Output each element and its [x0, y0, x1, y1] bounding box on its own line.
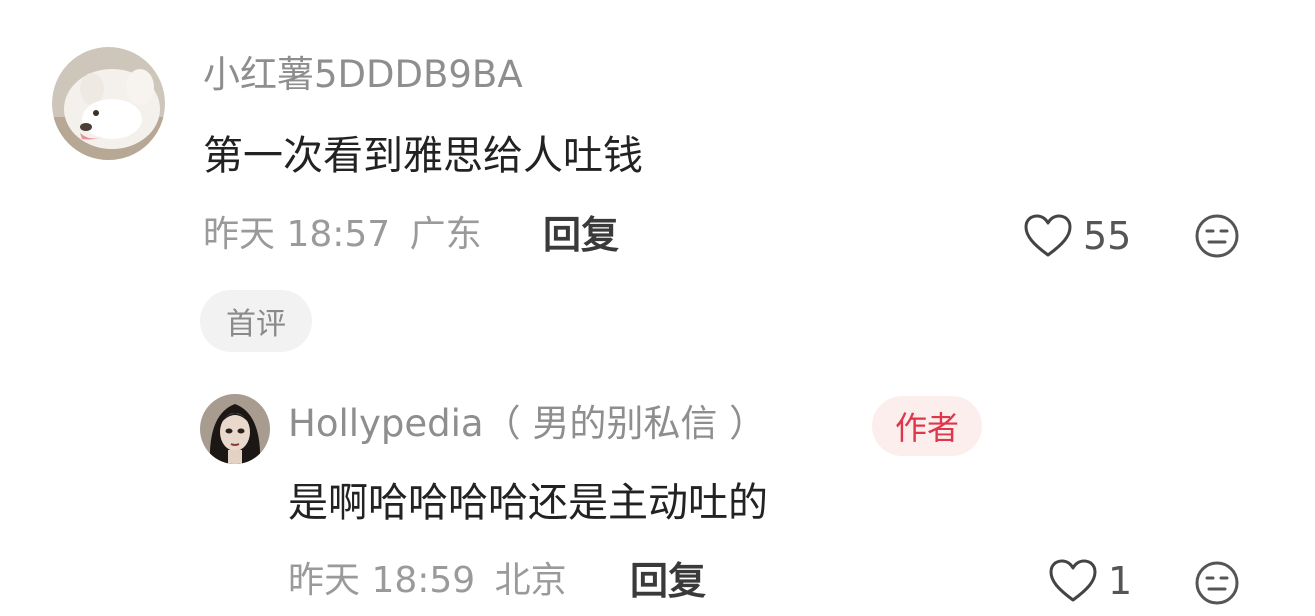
reply-text: 是啊哈哈哈哈还是主动吐的	[288, 480, 768, 526]
reply-like-count: 1	[1108, 559, 1133, 603]
reply-like-button[interactable]: 1	[1048, 557, 1132, 605]
heart-icon	[1049, 559, 1097, 602]
author-badge: 作者	[872, 396, 982, 456]
first-comment-tag: 首评	[200, 290, 312, 352]
comment-thread: 小红薯5DDDB9BA 第一次看到雅思给人吐钱 昨天 18:57 广东 回复 5…	[0, 0, 1315, 616]
comment-time: 昨天 18:57	[203, 214, 391, 255]
comment-like-count: 55	[1083, 214, 1132, 258]
comment-emoji-button[interactable]	[1194, 213, 1240, 259]
emoji-face-icon	[1195, 561, 1239, 605]
reply-avatar[interactable]	[200, 394, 270, 464]
samoyed-dog-icon	[52, 47, 165, 160]
emoji-face-icon	[1195, 214, 1239, 258]
reply-time: 昨天 18:59	[288, 560, 476, 601]
comment-text: 第一次看到雅思给人吐钱	[203, 133, 643, 179]
reply-username[interactable]: Hollypedia（ 男的别私信 ）	[288, 400, 766, 448]
girl-portrait-icon	[200, 394, 270, 464]
reply-emoji-button[interactable]	[1194, 560, 1240, 606]
comment-like-button[interactable]: 55	[1023, 212, 1131, 260]
comment-meta: 昨天 18:57 广东	[203, 212, 482, 258]
heart-icon	[1024, 214, 1072, 257]
reply-meta: 昨天 18:59 北京	[288, 557, 567, 605]
reply-reply-button[interactable]: 回复	[630, 556, 706, 606]
reply-location: 北京	[494, 560, 567, 601]
comment-location: 广东	[409, 214, 482, 255]
commenter-username[interactable]: 小红薯5DDDB9BA	[203, 52, 523, 98]
commenter-avatar[interactable]	[52, 47, 165, 160]
author-badge-label: 作者	[894, 409, 959, 447]
comment-reply-button[interactable]: 回复	[543, 211, 619, 259]
